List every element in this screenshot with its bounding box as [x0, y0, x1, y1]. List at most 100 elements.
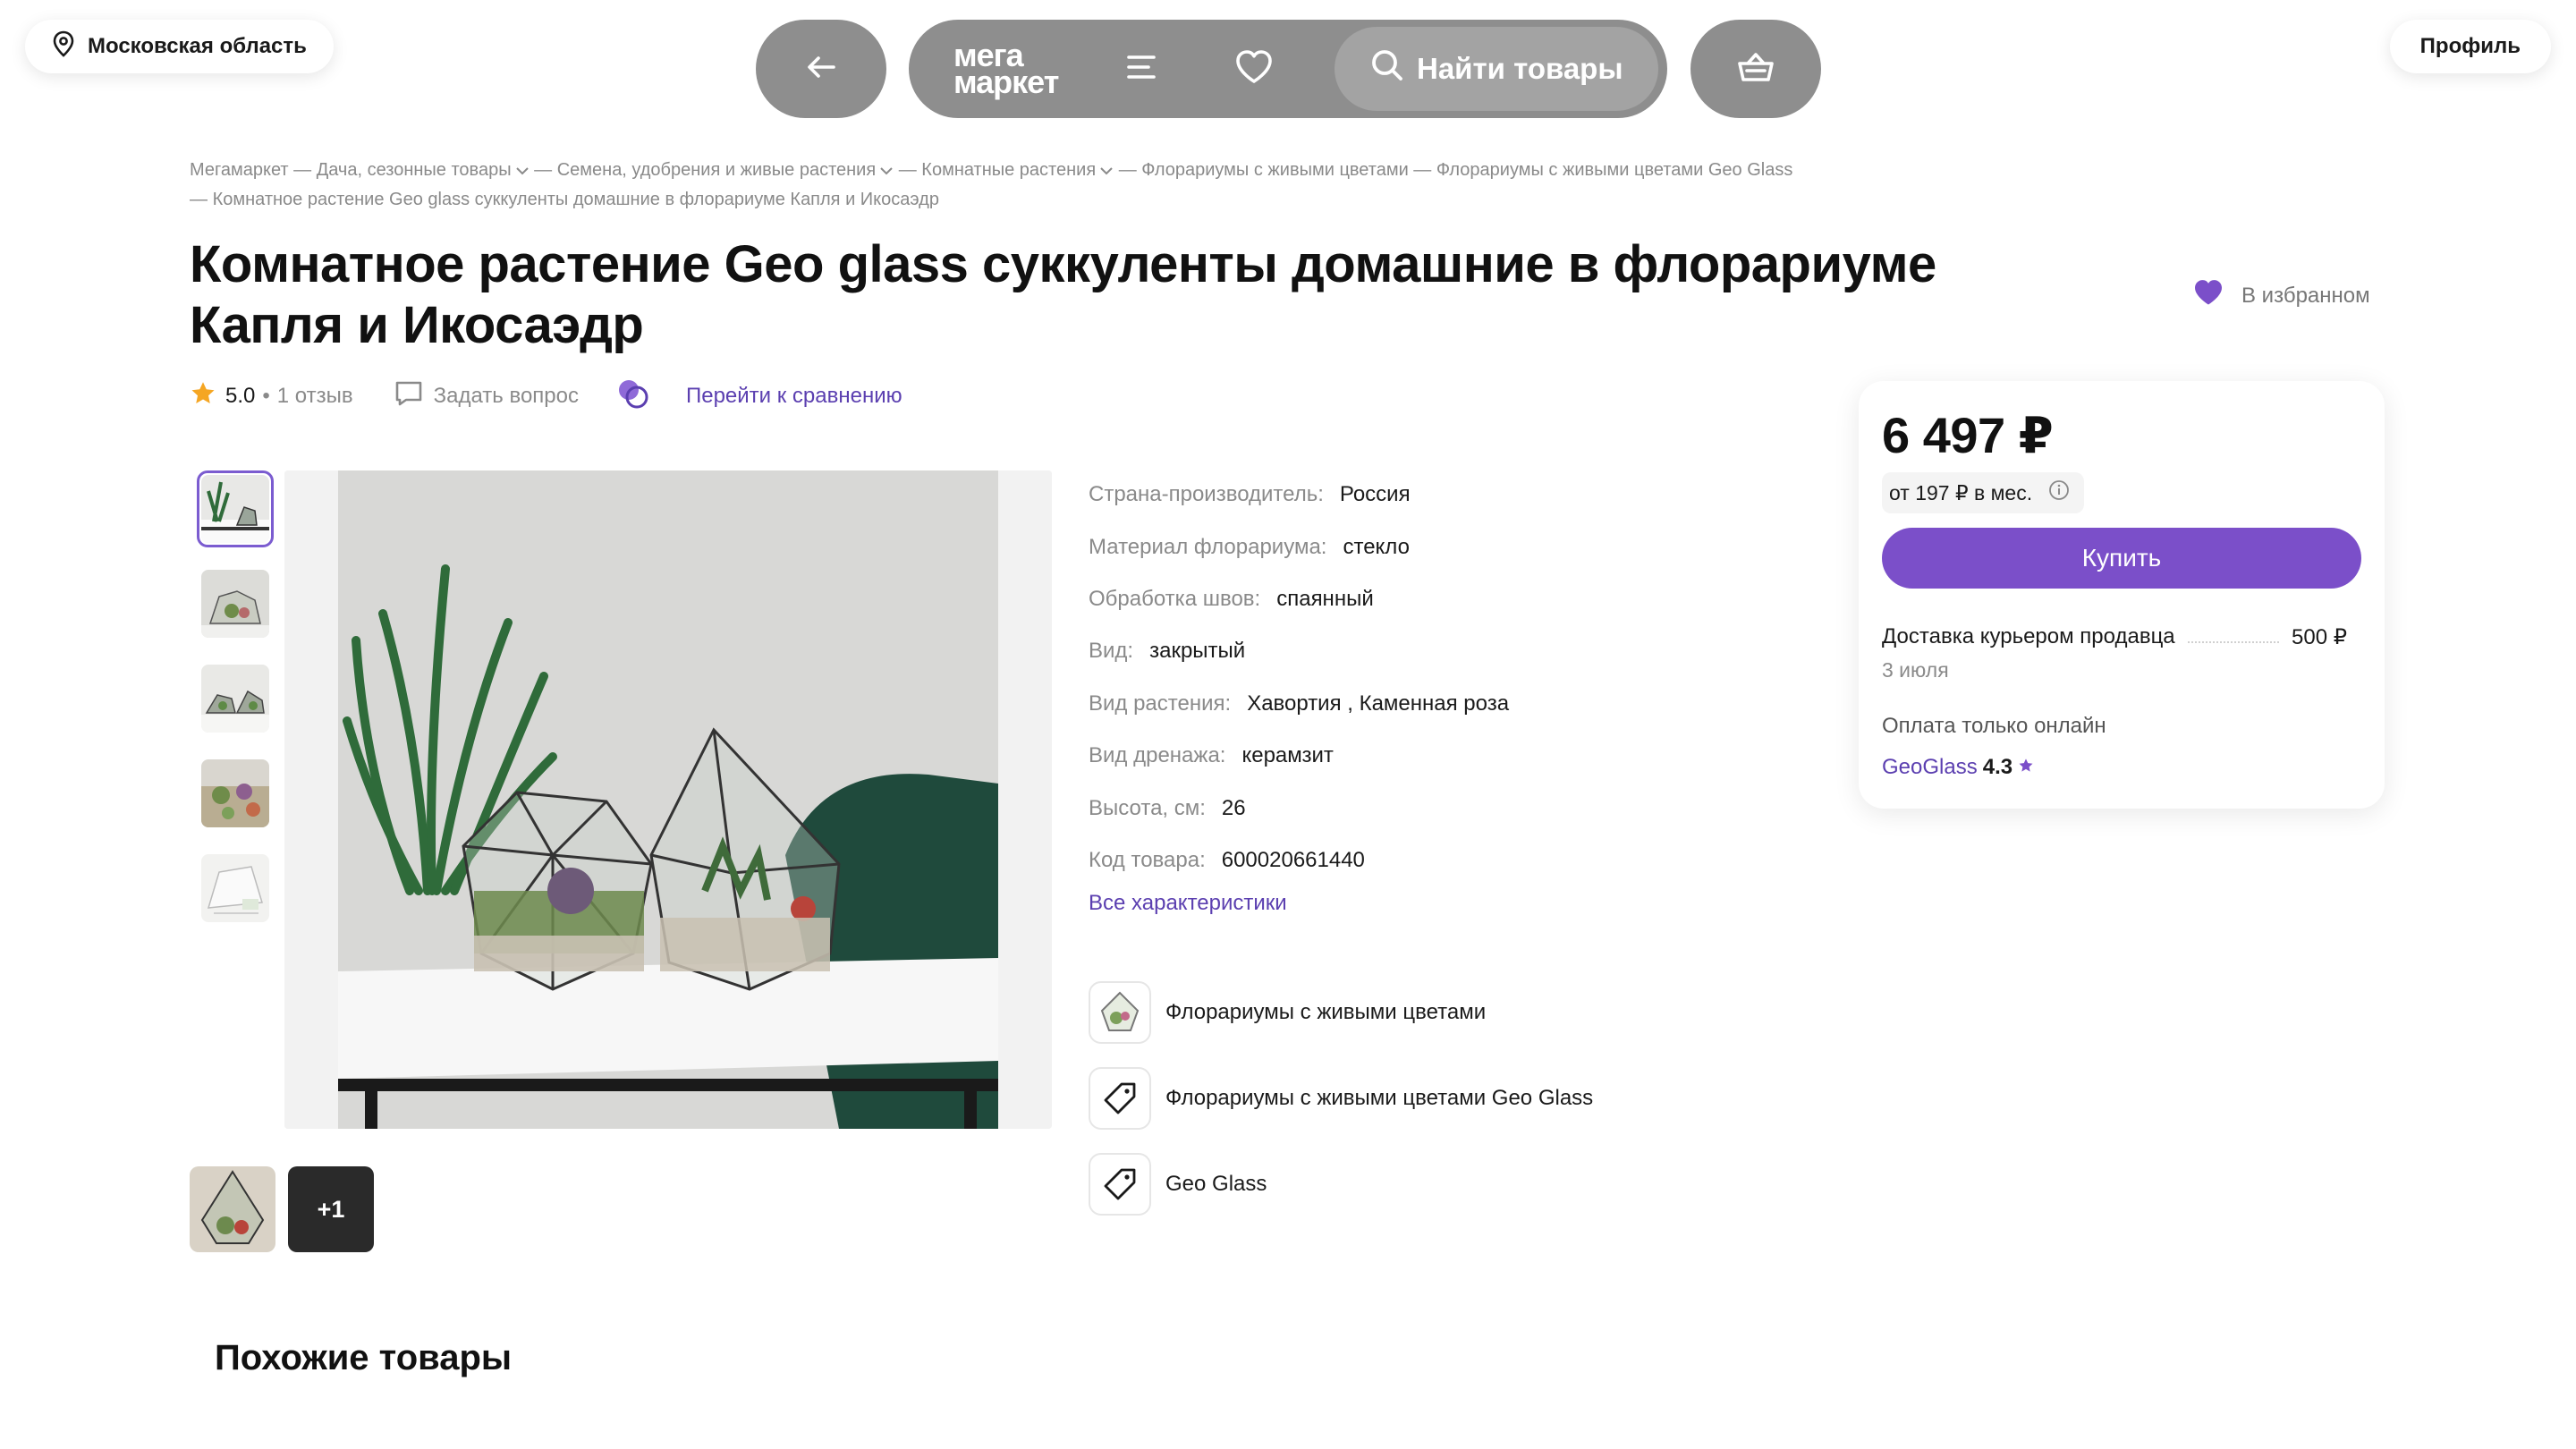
cart-button[interactable]	[1690, 20, 1821, 118]
extra-images: +1	[190, 1166, 374, 1252]
breadcrumb-item[interactable]: Дача, сезонные товары	[317, 160, 512, 180]
heart-filled-icon	[2193, 279, 2224, 312]
product-page: Московская область мега маркет Найти тов…	[0, 0, 2576, 1449]
tag-icon	[1089, 1067, 1151, 1130]
tag-icon	[1089, 1153, 1151, 1216]
chevron-down-icon[interactable]	[1099, 166, 1114, 175]
seller-rating: 4.3	[1982, 755, 2013, 779]
thumbnail[interactable]	[197, 470, 274, 547]
search-icon	[1370, 48, 1404, 89]
profile-button[interactable]: Профиль	[2389, 20, 2551, 73]
favorite-toggle[interactable]: В избранном	[2193, 279, 2370, 312]
category-link[interactable]: Geo Glass	[1089, 1152, 1593, 1216]
category-link-label: Флорариумы с живыми цветами Geo Glass	[1165, 1086, 1594, 1110]
basket-icon	[1737, 51, 1775, 88]
favorites-button[interactable]	[1227, 42, 1281, 96]
compare-icon[interactable]	[616, 377, 650, 416]
breadcrumb-item[interactable]: Мегамаркет	[190, 160, 289, 180]
ask-question-label: Задать вопрос	[433, 384, 579, 408]
menu-icon	[1126, 54, 1157, 85]
installment-text: от 197 ₽ в мес.	[1889, 480, 2033, 504]
seller-name[interactable]: GeoGlass	[1882, 755, 1978, 780]
compare-link[interactable]: Перейти к сравнению	[686, 384, 902, 409]
spec-label: Страна-производитель:	[1089, 482, 1324, 507]
spec-row: Вид: закрытый	[1089, 625, 1768, 677]
profile-label: Профиль	[2419, 34, 2521, 58]
thumbnail[interactable]	[197, 755, 274, 832]
thumbnail[interactable]	[197, 565, 274, 642]
megamarket-logo[interactable]: мега маркет	[953, 39, 1088, 98]
reviews-link[interactable]: 1 отзыв	[277, 384, 353, 409]
star-icon	[190, 380, 216, 413]
thumbnail-image	[201, 475, 269, 543]
spec-label: Высота, см:	[1089, 795, 1206, 820]
more-images-button[interactable]: +1	[288, 1166, 374, 1252]
info-icon[interactable]	[2048, 479, 2070, 506]
spec-value: стекло	[1343, 534, 1410, 559]
payment-note: Оплата только онлайн	[1882, 714, 2106, 738]
category-link[interactable]: Флорариумы с живыми цветами Geo Glass	[1089, 1066, 1593, 1131]
delivery-row: Доставка курьером продавца 500 ₽	[1882, 624, 2347, 650]
thumbnail-list	[197, 470, 279, 945]
installment-badge[interactable]: от 197 ₽ в мес.	[1882, 472, 2085, 513]
spec-row: Страна-производитель: Россия	[1089, 469, 1768, 521]
arrow-left-icon	[806, 55, 836, 84]
thumbnail-image	[201, 570, 269, 638]
extra-image-thumbnail[interactable]	[190, 1166, 275, 1252]
breadcrumb-item[interactable]: Флорариумы с живыми цветами Geo Glass	[1436, 160, 1792, 180]
spec-label: Вид растения:	[1089, 691, 1232, 716]
seller-info[interactable]: GeoGlass 4.3	[1882, 755, 2034, 780]
thumbnail[interactable]	[197, 850, 274, 927]
search-button[interactable]: Найти товары	[1335, 27, 1658, 111]
delivery-date: 3 июля	[1882, 658, 1949, 682]
spec-row: Обработка швов: спаянный	[1089, 573, 1768, 625]
location-pin-icon	[52, 30, 75, 64]
rating-separator: •	[262, 384, 270, 408]
all-specs-link[interactable]: Все характеристики	[1089, 891, 1287, 916]
spec-value: спаянный	[1276, 586, 1374, 611]
seller-star-icon	[2018, 755, 2034, 780]
more-images-count: +1	[317, 1195, 345, 1223]
main-product-image[interactable]	[284, 470, 1052, 1129]
search-label: Найти товары	[1417, 52, 1623, 85]
chevron-down-icon[interactable]	[879, 166, 894, 175]
breadcrumb-item[interactable]: Комнатные растения	[921, 160, 1096, 180]
spec-label: Обработка швов:	[1089, 586, 1261, 611]
page-title: Комнатное растение Geo glass суккуленты …	[190, 235, 1936, 354]
florarium-thumb-icon	[1089, 981, 1151, 1044]
breadcrumb-item[interactable]: Семена, удобрения и живые растения	[557, 160, 876, 180]
spec-value: 600020661440	[1221, 847, 1365, 872]
spec-label: Код товара:	[1089, 847, 1206, 872]
thumbnail-image	[201, 665, 269, 733]
specs-list: Страна-производитель: Россия Материал фл…	[1089, 469, 1768, 886]
spec-value: Россия	[1339, 482, 1411, 507]
back-button[interactable]	[756, 20, 886, 118]
buy-button[interactable]: Купить	[1882, 528, 2361, 589]
spec-label: Вид дренажа:	[1089, 743, 1226, 768]
breadcrumb-item[interactable]: Флорариумы с живыми цветами	[1141, 160, 1408, 180]
spec-value: закрытый	[1149, 639, 1246, 664]
region-selector[interactable]: Московская область	[25, 20, 334, 73]
category-link[interactable]: Флорариумы с живыми цветами	[1089, 980, 1593, 1045]
spec-value: Хавортия , Каменная роза	[1247, 691, 1510, 716]
spec-row: Вид растения: Хавортия , Каменная роза	[1089, 678, 1768, 730]
thumbnail-image	[201, 854, 269, 922]
ask-question-button[interactable]: Задать вопрос	[394, 380, 579, 413]
chevron-down-icon[interactable]	[515, 166, 530, 175]
similar-products-heading: Похожие товары	[215, 1338, 513, 1377]
spec-row: Материал флорариума: стекло	[1089, 521, 1768, 572]
spec-label: Материал флорариума:	[1089, 534, 1327, 559]
spec-value: 26	[1221, 795, 1246, 820]
delivery-label: Доставка курьером продавца	[1882, 624, 2175, 648]
buy-card: 6 497 ₽ от 197 ₽ в мес. Купить Доставка …	[1859, 381, 2385, 809]
favorite-label: В избранном	[2241, 283, 2370, 308]
thumbnail[interactable]	[197, 660, 274, 737]
main-navigation: мега маркет Найти товары	[909, 20, 1667, 118]
catalog-menu-button[interactable]	[1114, 42, 1168, 96]
spec-label: Вид:	[1089, 639, 1134, 664]
heart-outline-icon	[1234, 49, 1274, 89]
delivery-divider	[2187, 624, 2280, 643]
breadcrumb: Мегамаркет — Дача, сезонные товары — Сем…	[190, 160, 1793, 209]
price: 6 497 ₽	[1882, 407, 2054, 463]
rating-value: 5.0	[225, 384, 256, 408]
